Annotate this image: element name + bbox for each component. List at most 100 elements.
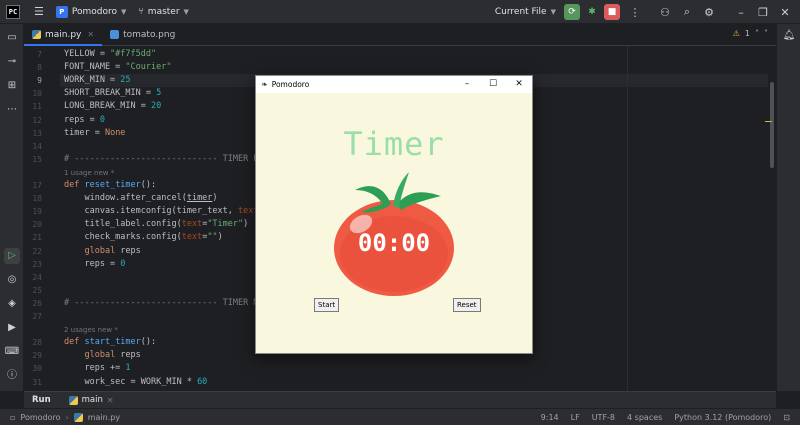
restore-icon[interactable]: ❐ — [752, 6, 774, 19]
code-line[interactable]: window.after_cancel(timer) — [64, 193, 217, 203]
run-config-label: Current File — [494, 7, 547, 17]
editor-scrollbar[interactable] — [770, 82, 774, 168]
maximize-icon[interactable]: ☐ — [480, 76, 506, 93]
line-number: 10 — [32, 89, 42, 99]
line-number: 7 — [37, 50, 42, 59]
code-line[interactable]: LONG_BREAK_MIN = 20 — [64, 101, 161, 111]
minimize-icon[interactable]: – — [454, 76, 480, 93]
notifications-icon[interactable]: 🔔︎ — [781, 30, 797, 46]
python-file-icon — [68, 395, 78, 405]
run-tool-window-header: Run main ✕ — [24, 391, 776, 408]
rerun-debug-button[interactable]: ⟳ — [564, 4, 580, 20]
line-number: 12 — [32, 115, 42, 125]
debug-icon[interactable]: ✱ — [584, 4, 600, 20]
right-tool-window-bar: 🔔︎ — [776, 24, 800, 391]
chevron-down-icon: ▼ — [121, 7, 127, 16]
line-number: 20 — [32, 220, 42, 230]
project-selector[interactable]: P Pomodoro ▼ — [55, 5, 127, 18]
tab-tomato-png[interactable]: tomato.png — [102, 24, 183, 45]
code-line[interactable]: def reset_timer(): — [64, 180, 156, 190]
image-file-icon — [110, 30, 120, 39]
chevron-down-icon: ▼ — [183, 7, 189, 16]
minimize-icon[interactable]: – — [730, 6, 752, 19]
breadcrumb-file[interactable]: main.py — [88, 413, 120, 422]
code-line[interactable]: WORK_MIN = 25 — [64, 75, 131, 85]
tab-label: main.py — [45, 29, 82, 40]
python-file-icon — [32, 30, 41, 39]
right-margin-guide — [627, 46, 628, 391]
usage-hint[interactable]: 2 usages new * — [64, 326, 118, 334]
code-line[interactable]: check_marks.config(text="") — [64, 232, 222, 242]
code-line[interactable]: FONT_NAME = "Courier" — [64, 62, 171, 72]
editor-tab-bar: main.py ✕ tomato.png — [24, 24, 776, 46]
vcs-branch-selector[interactable]: ⑂ master ▼ — [138, 7, 189, 17]
close-icon[interactable]: ✕ — [774, 6, 796, 19]
caret-position[interactable]: 9:14 — [541, 413, 559, 422]
stop-button[interactable]: ■ — [604, 4, 620, 20]
chevron-down-icon[interactable]: ˅ — [764, 29, 768, 38]
project-folder-icon[interactable]: ▭ — [4, 30, 20, 46]
code-line[interactable]: # ---------------------------- TIMER MEC… — [64, 298, 274, 308]
pomodoro-window-title: Pomodoro — [271, 80, 310, 89]
code-line[interactable]: global reps — [64, 350, 140, 360]
run-panel-title[interactable]: Run — [32, 395, 51, 405]
code-line[interactable]: work_sec = WORK_MIN * 60 — [64, 377, 207, 387]
run-config-tab[interactable]: main ✕ — [68, 395, 114, 405]
search-icon[interactable]: ⌕ — [676, 5, 698, 19]
run-config-selector[interactable]: Current File ▼ — [495, 7, 556, 17]
lock-icon[interactable]: ⊡ — [783, 413, 790, 422]
code-line[interactable]: # ---------------------------- TIMER RES… — [64, 154, 274, 164]
breadcrumb-separator: › — [65, 412, 69, 422]
line-number: 31 — [32, 377, 42, 387]
pycharm-logo-icon: PC — [6, 4, 20, 19]
start-button[interactable]: Start — [314, 298, 340, 312]
code-line[interactable]: SHORT_BREAK_MIN = 5 — [64, 88, 161, 98]
warning-count: 1 — [744, 29, 750, 38]
ide-title-bar: PC ☰ P Pomodoro ▼ ⑂ master ▼ Current Fil… — [0, 0, 800, 24]
line-number: 19 — [32, 207, 42, 217]
python-interpreter[interactable]: Python 3.12 (Pomodoro) — [674, 413, 771, 422]
line-number: 27 — [32, 312, 42, 321]
code-line[interactable]: reps = 0 — [64, 115, 105, 125]
usage-hint[interactable]: 1 usage new * — [64, 169, 114, 177]
code-line[interactable]: canvas.itemconfig(timer_text, text="0 — [64, 206, 273, 216]
code-line[interactable]: YELLOW = "#f7f5dd" — [64, 49, 156, 59]
line-number: 15 — [32, 154, 42, 164]
close-icon[interactable]: ✕ — [506, 76, 532, 93]
python-file-icon — [73, 412, 83, 422]
code-line[interactable]: def start_timer(): — [64, 337, 156, 347]
close-tab-icon[interactable]: ✕ — [107, 396, 114, 405]
more-icon[interactable]: ⋮ — [624, 6, 646, 19]
code-line[interactable]: global reps — [64, 246, 140, 256]
editor-gutter: 7 8 9 10 11 12 13 14 15 17 18 19 20 21 22 23 24 25 26 27 28 2… — [24, 46, 60, 391]
settings-icon[interactable]: ⚙ — [698, 6, 720, 19]
tab-main-py[interactable]: main.py ✕ — [24, 24, 103, 46]
code-line[interactable]: timer = None — [64, 128, 125, 138]
reset-button[interactable]: Reset — [453, 298, 481, 312]
timer-heading: Timer — [343, 125, 445, 163]
add-user-icon[interactable]: ⚇ — [654, 6, 676, 19]
line-number: 21 — [32, 233, 42, 243]
line-number: 23 — [32, 259, 42, 269]
inspection-widget[interactable]: ⚠ 1 ˄ ˅ — [733, 29, 768, 38]
close-tab-icon[interactable]: ✕ — [87, 30, 94, 39]
services-icon[interactable]: ▶ — [4, 320, 20, 336]
chevron-up-icon[interactable]: ˄ — [755, 29, 759, 38]
line-number: 30 — [32, 364, 42, 374]
indent-setting[interactable]: 4 spaces — [627, 413, 662, 422]
breadcrumb: ▫ Pomodoro › main.py — [10, 412, 120, 422]
tab-label: tomato.png — [123, 29, 176, 40]
line-number: 11 — [32, 102, 42, 112]
code-line[interactable]: title_label.config(text="Timer") — [64, 219, 248, 229]
warning-icon: ⚠ — [732, 29, 740, 38]
line-separator[interactable]: LF — [571, 413, 580, 422]
line-number: 28 — [32, 338, 42, 348]
menu-icon[interactable]: ☰ — [34, 5, 44, 18]
status-bar: ▫ Pomodoro › main.py 9:14 LF UTF-8 4 spa… — [0, 408, 800, 425]
breadcrumb-project[interactable]: Pomodoro — [20, 413, 60, 422]
line-number: 24 — [32, 272, 42, 282]
code-line[interactable]: reps += 1 — [64, 363, 130, 373]
file-encoding[interactable]: UTF-8 — [592, 413, 615, 422]
code-line[interactable]: reps = 0 — [64, 259, 125, 269]
line-number: 17 — [32, 181, 42, 190]
